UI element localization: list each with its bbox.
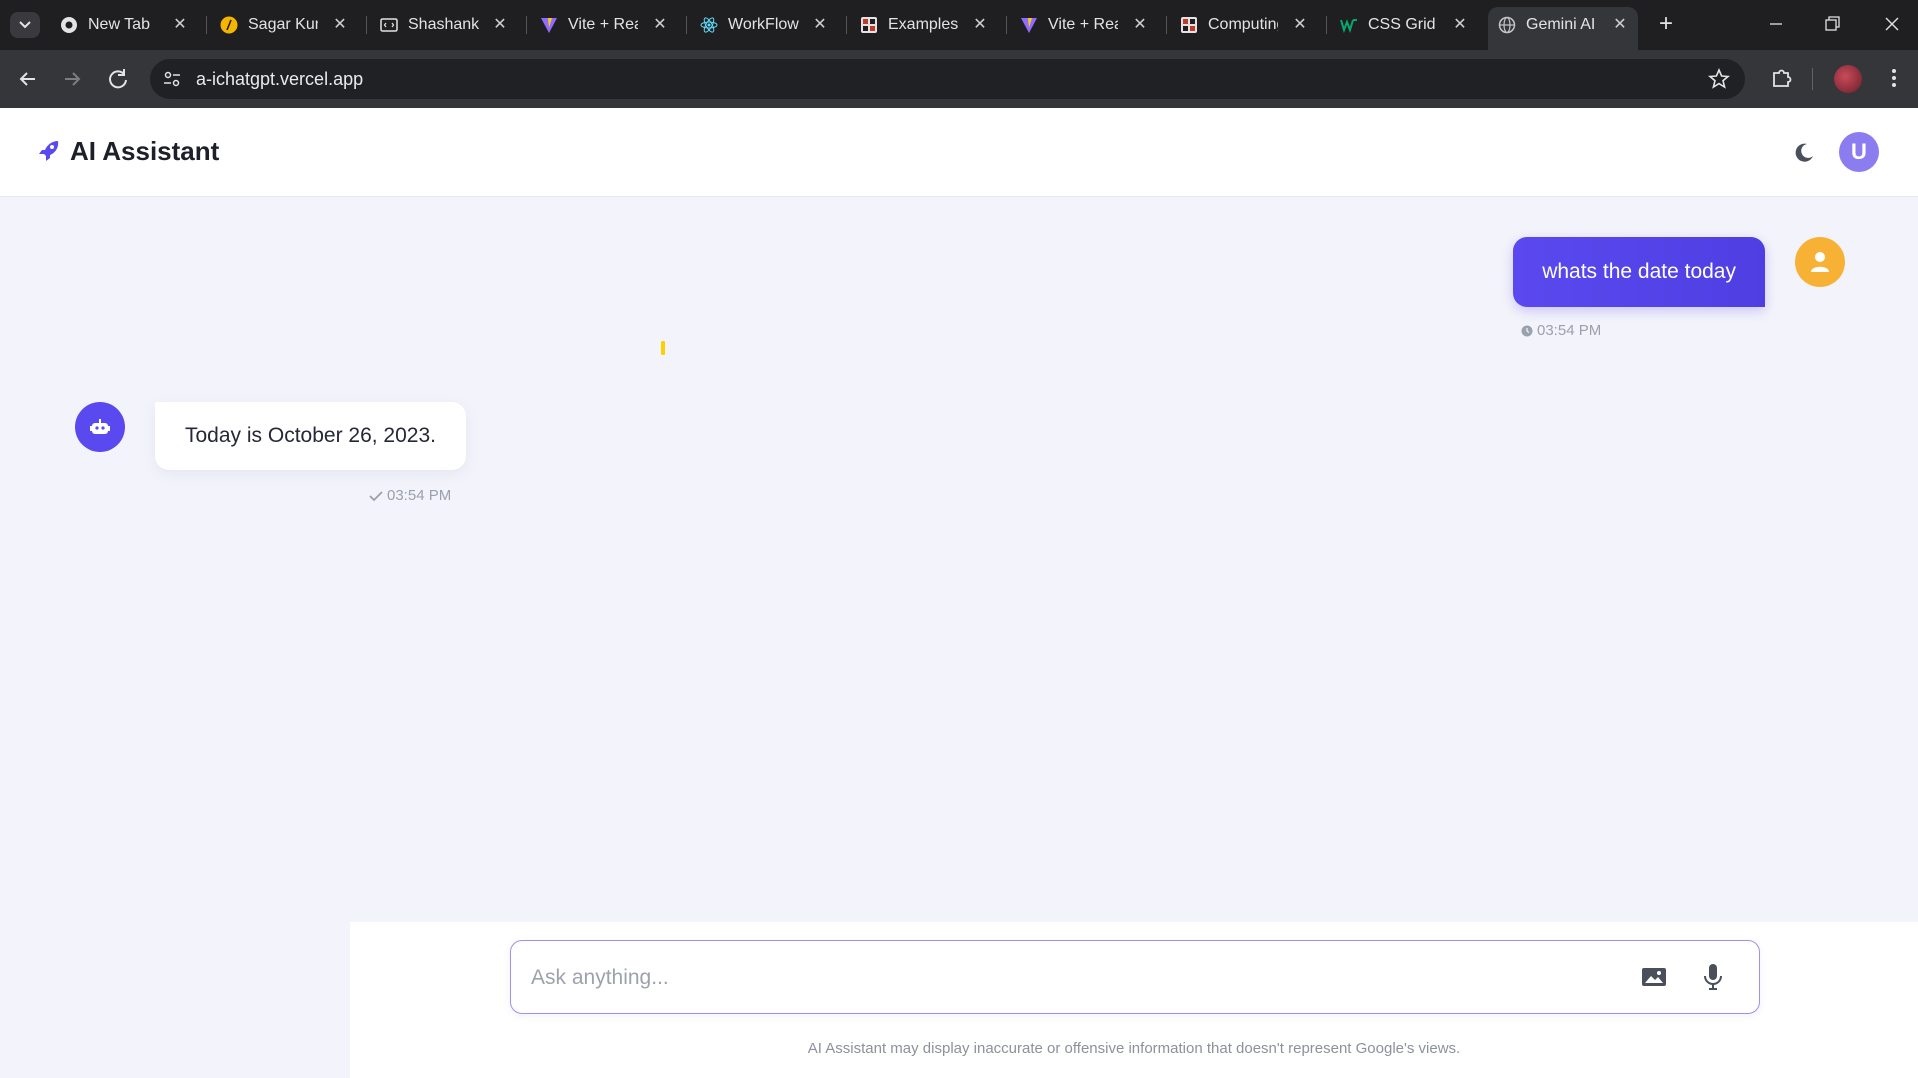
tab-workflow[interactable]: WorkFlow ✕ <box>690 7 838 43</box>
bookmark-star-icon[interactable] <box>1707 67 1731 91</box>
close-tab-icon[interactable]: ✕ <box>650 15 670 35</box>
tab-title: Vite + Rea <box>1048 16 1118 33</box>
close-window-icon[interactable] <box>1872 8 1912 40</box>
tab-title: CSS Grid C <box>1368 16 1440 33</box>
user-avatar[interactable]: U <box>1839 132 1879 172</box>
tab-new-tab[interactable]: New Tab ✕ <box>50 7 198 43</box>
more-vertical-icon[interactable] <box>1880 64 1908 92</box>
tab-sagar[interactable]: Sagar Kum ✕ <box>210 7 358 43</box>
minimize-icon[interactable] <box>1756 8 1796 40</box>
close-tab-icon[interactable]: ✕ <box>170 15 190 35</box>
tab-computing[interactable]: Computing ✕ <box>1170 7 1318 43</box>
browser-toolbar: a-ichatgpt.vercel.app <box>0 50 1918 108</box>
bot-avatar <box>75 402 125 452</box>
globe-icon <box>1498 16 1516 34</box>
new-tab-button[interactable]: + <box>1652 10 1680 38</box>
prompt-box <box>510 940 1760 1015</box>
browser-tab-strip: New Tab ✕ Sagar Kum ✕ Shashank ✕ Vite + … <box>0 0 1918 50</box>
tab-shashank[interactable]: Shashank ✕ <box>370 7 518 43</box>
forward-arrow-icon[interactable] <box>58 65 86 93</box>
tab-title: Shashank <box>408 16 480 33</box>
tab-title: Gemini AI <box>1526 16 1596 33</box>
tab-title: Examples - <box>888 16 958 33</box>
bot-message-bubble: Today is October 26, 2023. <box>155 402 466 470</box>
close-tab-icon[interactable]: ✕ <box>1130 15 1150 35</box>
tab-gemini-ai[interactable]: Gemini AI ✕ <box>1488 7 1638 50</box>
chrome-icon <box>61 17 77 33</box>
chat-messages: whats the date today 03:54 PM Today is O… <box>0 197 1918 922</box>
vite-icon <box>1021 18 1037 33</box>
close-tab-icon[interactable]: ✕ <box>490 15 510 35</box>
image-upload-icon[interactable] <box>1641 965 1667 989</box>
app-title: AI Assistant <box>70 136 220 166</box>
dark-mode-moon-icon[interactable] <box>1792 141 1816 165</box>
close-tab-icon[interactable]: ✕ <box>1450 15 1470 35</box>
grid-icon <box>1181 17 1197 33</box>
tab-vite-2[interactable]: Vite + Rea ✕ <box>1010 7 1158 43</box>
clock-icon <box>1521 325 1533 337</box>
address-bar[interactable]: a-ichatgpt.vercel.app <box>150 59 1745 99</box>
tab-title: New Tab <box>88 16 150 33</box>
tab-vite-1[interactable]: Vite + Rea ✕ <box>530 7 678 43</box>
user-message-time: 03:54 PM <box>1521 322 1601 339</box>
mouse-cursor-highlight <box>661 341 665 355</box>
tab-title: Computing <box>1208 16 1278 33</box>
slash-icon <box>220 16 238 34</box>
close-tab-icon[interactable]: ✕ <box>810 15 830 35</box>
tab-css-grid[interactable]: CSS Grid C ✕ <box>1330 7 1478 43</box>
user-message-bubble: whats the date today <box>1513 237 1765 307</box>
robot-icon <box>90 419 110 434</box>
reload-icon[interactable] <box>104 65 132 93</box>
tab-examples[interactable]: Examples - ✕ <box>850 7 998 43</box>
disclaimer-text: AI Assistant may display inaccurate or o… <box>807 1040 1461 1057</box>
restore-icon[interactable] <box>1812 8 1852 40</box>
message-composer: AI Assistant may display inaccurate or o… <box>350 922 1918 1078</box>
vite-icon <box>541 18 557 33</box>
microphone-icon[interactable] <box>1703 963 1723 991</box>
tab-title: WorkFlow <box>728 16 799 33</box>
close-tab-icon[interactable]: ✕ <box>1610 15 1630 35</box>
check-icon <box>369 491 383 502</box>
w3-icon <box>1340 19 1357 34</box>
extensions-puzzle-icon[interactable] <box>1768 64 1796 92</box>
url-text: a-ichatgpt.vercel.app <box>196 69 364 89</box>
rocket-icon <box>39 141 59 161</box>
user-icon <box>1811 252 1829 272</box>
react-icon <box>700 17 718 33</box>
tab-title: Sagar Kum <box>248 16 318 33</box>
code-window-icon <box>380 18 398 32</box>
chevron-down-icon <box>19 21 31 29</box>
back-arrow-icon[interactable] <box>14 65 42 93</box>
user-message-avatar <box>1795 237 1845 287</box>
timestamp: 03:54 PM <box>387 487 452 504</box>
browser-profile-avatar[interactable] <box>1834 65 1862 93</box>
site-settings-icon[interactable] <box>160 67 184 91</box>
timestamp: 03:54 PM <box>1537 322 1602 339</box>
grid-icon <box>861 17 877 33</box>
bot-message-time: 03:54 PM <box>369 487 451 504</box>
close-tab-icon[interactable]: ✕ <box>1290 15 1310 35</box>
close-tab-icon[interactable]: ✕ <box>330 15 350 35</box>
tab-search-button[interactable] <box>10 12 40 38</box>
close-tab-icon[interactable]: ✕ <box>970 15 990 35</box>
tab-title: Vite + Rea <box>568 16 638 33</box>
prompt-input[interactable] <box>529 941 1613 1015</box>
app-header: AI Assistant U <box>0 108 1918 197</box>
